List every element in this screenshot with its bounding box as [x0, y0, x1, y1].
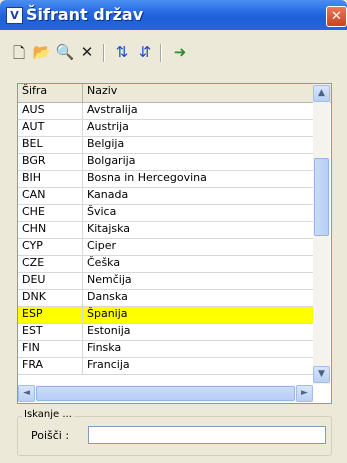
window-title: Šifrant držav	[26, 5, 144, 24]
countries-grid[interactable]: Šifra Naziv AUS Avstralija AUT Austrija BEL B…	[17, 83, 332, 404]
table-row[interactable]: CAN Kanada	[18, 188, 313, 205]
search-input[interactable]	[88, 426, 326, 444]
country-name-cell: Kitajska	[82, 222, 313, 239]
search-group: Iskanje ... Poišči :	[17, 409, 332, 456]
column-header-code[interactable]: Šifra	[18, 84, 82, 102]
horizontal-scroll-thumb[interactable]	[36, 386, 295, 401]
table-row[interactable]: BEL Belgija	[18, 137, 313, 154]
table-row[interactable]: AUT Austrija	[18, 120, 313, 137]
country-name-cell: Španija	[82, 307, 313, 324]
new-record-button[interactable]: 🗋	[9, 43, 29, 63]
country-code-cell: DNK	[22, 290, 46, 303]
table-row[interactable]: FRA Francija	[18, 358, 313, 375]
country-code-cell: ESP	[22, 307, 43, 320]
column-header-name[interactable]: Naziv	[83, 84, 313, 102]
table-row[interactable]: BIH Bosna in Hercegovina	[18, 171, 313, 188]
close-button[interactable]: ✕	[326, 6, 347, 27]
preview-button[interactable]: 🔍	[55, 43, 75, 63]
country-code-cell: DEU	[22, 273, 46, 286]
vertical-scrollbar[interactable]: ▲ ▼	[313, 84, 330, 384]
search-group-title: Iskanje ...	[22, 409, 74, 420]
grid-rows: AUS Avstralija AUT Austrija BEL Belgija BGR Bol…	[18, 103, 313, 375]
country-name-cell: Finska	[82, 341, 313, 358]
table-row[interactable]: DNK Danska	[18, 290, 313, 307]
sort-descending-icon: ⇅	[115, 43, 129, 61]
scroll-left-button[interactable]: ◄	[18, 385, 35, 402]
country-code-cell: CHN	[22, 222, 47, 235]
country-code-cell: BEL	[22, 137, 43, 150]
country-name-cell: Bolgarija	[82, 154, 313, 171]
country-code-cell: FIN	[22, 341, 40, 354]
exit-icon: ➜	[173, 43, 187, 61]
country-name-cell: Belgija	[82, 137, 313, 154]
country-code-cell: FRA	[22, 358, 44, 371]
sort-ascending-icon: ⇵	[138, 43, 152, 61]
arrow-left-icon: ◄	[23, 388, 30, 398]
sort-descending-button[interactable]: ⇅	[112, 43, 132, 63]
arrow-down-icon: ▼	[318, 369, 325, 379]
vertical-scroll-thumb[interactable]	[314, 158, 329, 236]
search-label: Poišči :	[31, 429, 70, 442]
table-row[interactable]: CHE Švica	[18, 205, 313, 222]
table-row[interactable]: ESP Španija	[18, 307, 313, 324]
country-code-cell: AUT	[22, 120, 45, 133]
toolbar: 🗋 📂 🔍 ✕ ⇅ ⇵ ➜	[4, 32, 343, 74]
country-code-cell: BIH	[22, 171, 42, 184]
country-name-cell: Bosna in Hercegovina	[82, 171, 313, 188]
horizontal-scrollbar[interactable]: ◄ ►	[18, 385, 313, 402]
scroll-up-button[interactable]: ▲	[313, 85, 330, 102]
country-name-cell: Avstralija	[82, 103, 313, 120]
toolbar-separator	[160, 44, 162, 62]
country-code-cell: BGR	[22, 154, 46, 167]
table-row[interactable]: CZE Češka	[18, 256, 313, 273]
country-code-cell: CYP	[22, 239, 43, 252]
country-name-cell: Švica	[82, 205, 313, 222]
table-row[interactable]: DEU Nemčija	[18, 273, 313, 290]
table-row[interactable]: AUS Avstralija	[18, 103, 313, 120]
exit-button[interactable]: ➜	[170, 43, 190, 63]
country-name-cell: Ciper	[82, 239, 313, 256]
table-row[interactable]: BGR Bolgarija	[18, 154, 313, 171]
country-name-cell: Danska	[82, 290, 313, 307]
sort-ascending-button[interactable]: ⇵	[135, 43, 155, 63]
country-name-cell: Francija	[82, 358, 313, 375]
table-row[interactable]: CHN Kitajska	[18, 222, 313, 239]
table-row[interactable]: CYP Ciper	[18, 239, 313, 256]
country-code-cell: EST	[22, 324, 43, 337]
toolbar-separator	[103, 44, 105, 62]
preview-icon: 🔍	[55, 43, 75, 61]
country-name-cell: Češka	[82, 256, 313, 273]
delete-button[interactable]: ✕	[77, 43, 97, 63]
title-bar[interactable]: V Šifrant držav ✕	[0, 0, 347, 30]
grid-header: Šifra Naziv	[18, 84, 331, 103]
country-name-cell: Kanada	[82, 188, 313, 205]
delete-icon: ✕	[80, 43, 94, 61]
scroll-right-button[interactable]: ►	[296, 385, 313, 402]
new-icon: 🗋	[12, 44, 26, 62]
table-row[interactable]: FIN Finska	[18, 341, 313, 358]
open-button[interactable]: 📂	[32, 43, 52, 63]
arrow-up-icon: ▲	[318, 88, 325, 98]
country-code-cell: CHE	[22, 205, 45, 218]
app-icon: V	[6, 7, 23, 24]
country-name-cell: Nemčija	[82, 273, 313, 290]
arrow-right-icon: ►	[301, 388, 308, 398]
country-name-cell: Estonija	[82, 324, 313, 341]
country-code-cell: AUS	[22, 103, 45, 116]
table-row[interactable]: EST Estonija	[18, 324, 313, 341]
scroll-down-button[interactable]: ▼	[313, 366, 330, 383]
open-folder-icon: 📂	[32, 43, 52, 61]
country-codebook-window: V Šifrant držav ✕ 🗋 📂 🔍 ✕ ⇅ ⇵ ➜ Šifra Na…	[0, 0, 347, 463]
country-code-cell: CZE	[22, 256, 45, 269]
country-name-cell: Austrija	[82, 120, 313, 137]
country-code-cell: CAN	[22, 188, 46, 201]
